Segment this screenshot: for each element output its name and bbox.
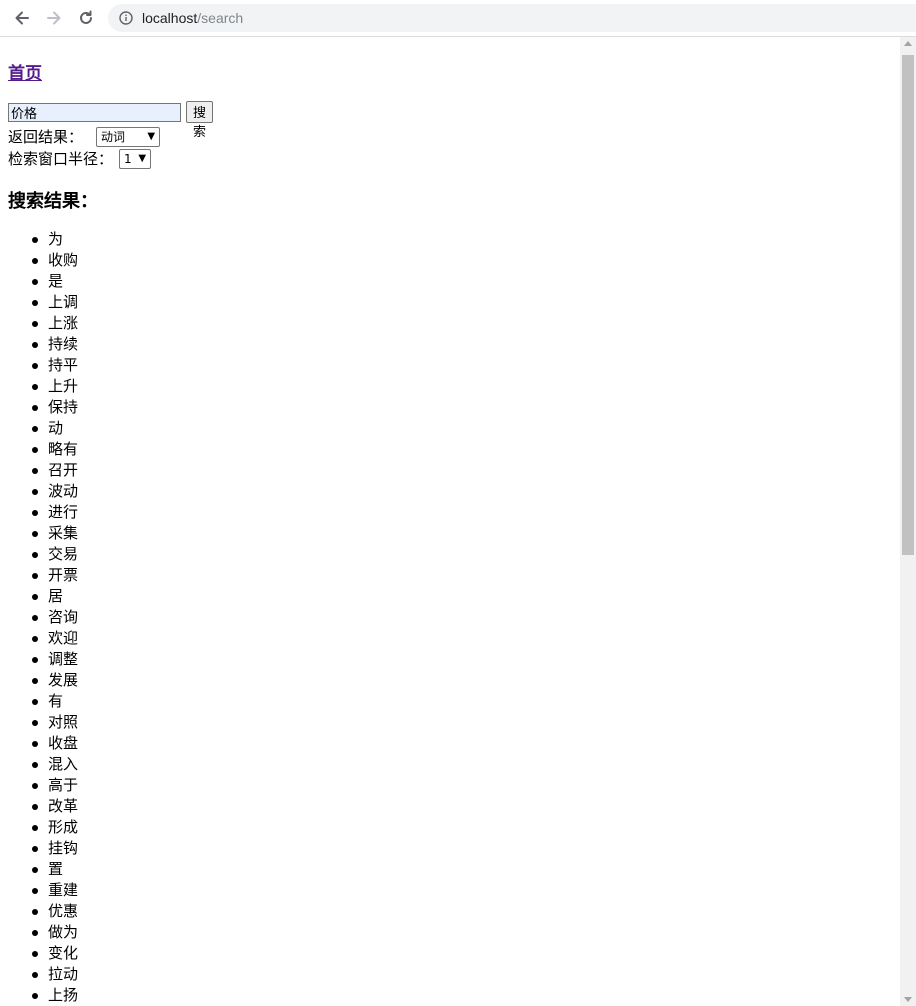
result-item: 上涨 bbox=[31, 314, 79, 332]
result-item: 为 bbox=[31, 229, 78, 250]
vertical-scrollbar[interactable] bbox=[900, 37, 916, 1006]
home-link[interactable]: 首页 bbox=[8, 59, 42, 84]
window-radius-value: 1 bbox=[124, 151, 132, 166]
result-item: 挂钩 bbox=[31, 839, 79, 857]
return-type-value: 动词 bbox=[101, 130, 126, 144]
scrollbar-thumb[interactable] bbox=[902, 55, 914, 555]
search-button[interactable]: 搜索 bbox=[186, 101, 214, 140]
result-item: 上调 bbox=[31, 293, 79, 311]
result-item: 变化 bbox=[31, 944, 79, 962]
window-radius-label: 检索窗口半径： bbox=[8, 150, 114, 168]
scroll-up-arrow-icon[interactable] bbox=[904, 41, 912, 46]
info-icon[interactable] bbox=[118, 10, 134, 26]
result-item: 发展 bbox=[31, 671, 79, 689]
results-list: 为收购是上调上涨持续持平上升保持动略有召开波动进行采集交易开票居咨询欢迎调整发展… bbox=[31, 229, 79, 1006]
forward-button[interactable] bbox=[42, 6, 66, 30]
back-button[interactable] bbox=[10, 6, 34, 30]
result-item: 做为 bbox=[31, 923, 79, 941]
return-type-select[interactable]: 动词 ▼ bbox=[96, 126, 161, 147]
result-item: 有 bbox=[31, 691, 78, 712]
scroll-down-arrow-icon[interactable] bbox=[904, 997, 912, 1002]
dropdown-arrow-icon: ▼ bbox=[138, 153, 147, 164]
window-radius-row: 检索窗口半径： 1 ▼ bbox=[8, 148, 152, 169]
reload-button[interactable] bbox=[74, 6, 98, 30]
result-item: 召开 bbox=[31, 461, 79, 479]
result-item: 改革 bbox=[31, 797, 79, 815]
result-item: 对照 bbox=[31, 713, 79, 731]
result-item: 保持 bbox=[31, 398, 79, 416]
result-item: 采集 bbox=[31, 524, 79, 542]
result-item: 上升 bbox=[31, 377, 79, 395]
return-type-row: 返回结果： 动词 ▼ bbox=[8, 126, 161, 147]
result-item: 波动 bbox=[31, 482, 79, 500]
result-item: 优惠 bbox=[31, 902, 79, 920]
browser-toolbar: localhost/search bbox=[0, 0, 916, 37]
result-item: 进行 bbox=[31, 503, 79, 521]
arrow-left-icon bbox=[15, 11, 29, 25]
search-input[interactable] bbox=[8, 102, 181, 122]
result-item: 持平 bbox=[31, 356, 79, 374]
result-item: 欢迎 bbox=[31, 629, 79, 647]
result-item: 收购 bbox=[31, 251, 79, 269]
result-item: 收盘 bbox=[31, 734, 79, 752]
search-form: 搜索 bbox=[8, 101, 214, 140]
result-item: 交易 bbox=[31, 545, 79, 563]
return-type-label: 返回结果： bbox=[8, 128, 84, 146]
page-content: 首页 搜索 返回结果： 动词 ▼ 检索窗口半径： 1 ▼ 搜索结果： 为收购是上… bbox=[0, 37, 900, 1006]
result-item: 混入 bbox=[31, 755, 79, 773]
results-heading: 搜索结果： bbox=[8, 191, 98, 212]
address-bar[interactable]: localhost/search bbox=[108, 4, 916, 32]
result-item: 形成 bbox=[31, 818, 79, 836]
window-radius-select[interactable]: 1 ▼ bbox=[119, 148, 152, 169]
result-item: 重建 bbox=[31, 881, 79, 899]
result-item: 上扬 bbox=[31, 986, 79, 1004]
arrow-right-icon bbox=[47, 11, 61, 25]
reload-icon bbox=[80, 10, 92, 24]
result-item: 是 bbox=[31, 271, 78, 292]
url-text: localhost/search bbox=[142, 10, 243, 26]
result-item: 调整 bbox=[31, 650, 79, 668]
url-path: /search bbox=[197, 10, 244, 26]
result-item: 居 bbox=[31, 586, 78, 607]
result-item: 置 bbox=[31, 859, 78, 880]
result-item: 略有 bbox=[31, 440, 79, 458]
dropdown-arrow-icon: ▼ bbox=[147, 131, 156, 142]
result-item: 开票 bbox=[31, 566, 79, 584]
result-item: 动 bbox=[31, 418, 78, 439]
result-item: 拉动 bbox=[31, 965, 79, 983]
url-host: localhost bbox=[142, 10, 198, 26]
result-item: 持续 bbox=[31, 335, 79, 353]
result-item: 咨询 bbox=[31, 608, 79, 626]
result-item: 高于 bbox=[31, 776, 79, 794]
